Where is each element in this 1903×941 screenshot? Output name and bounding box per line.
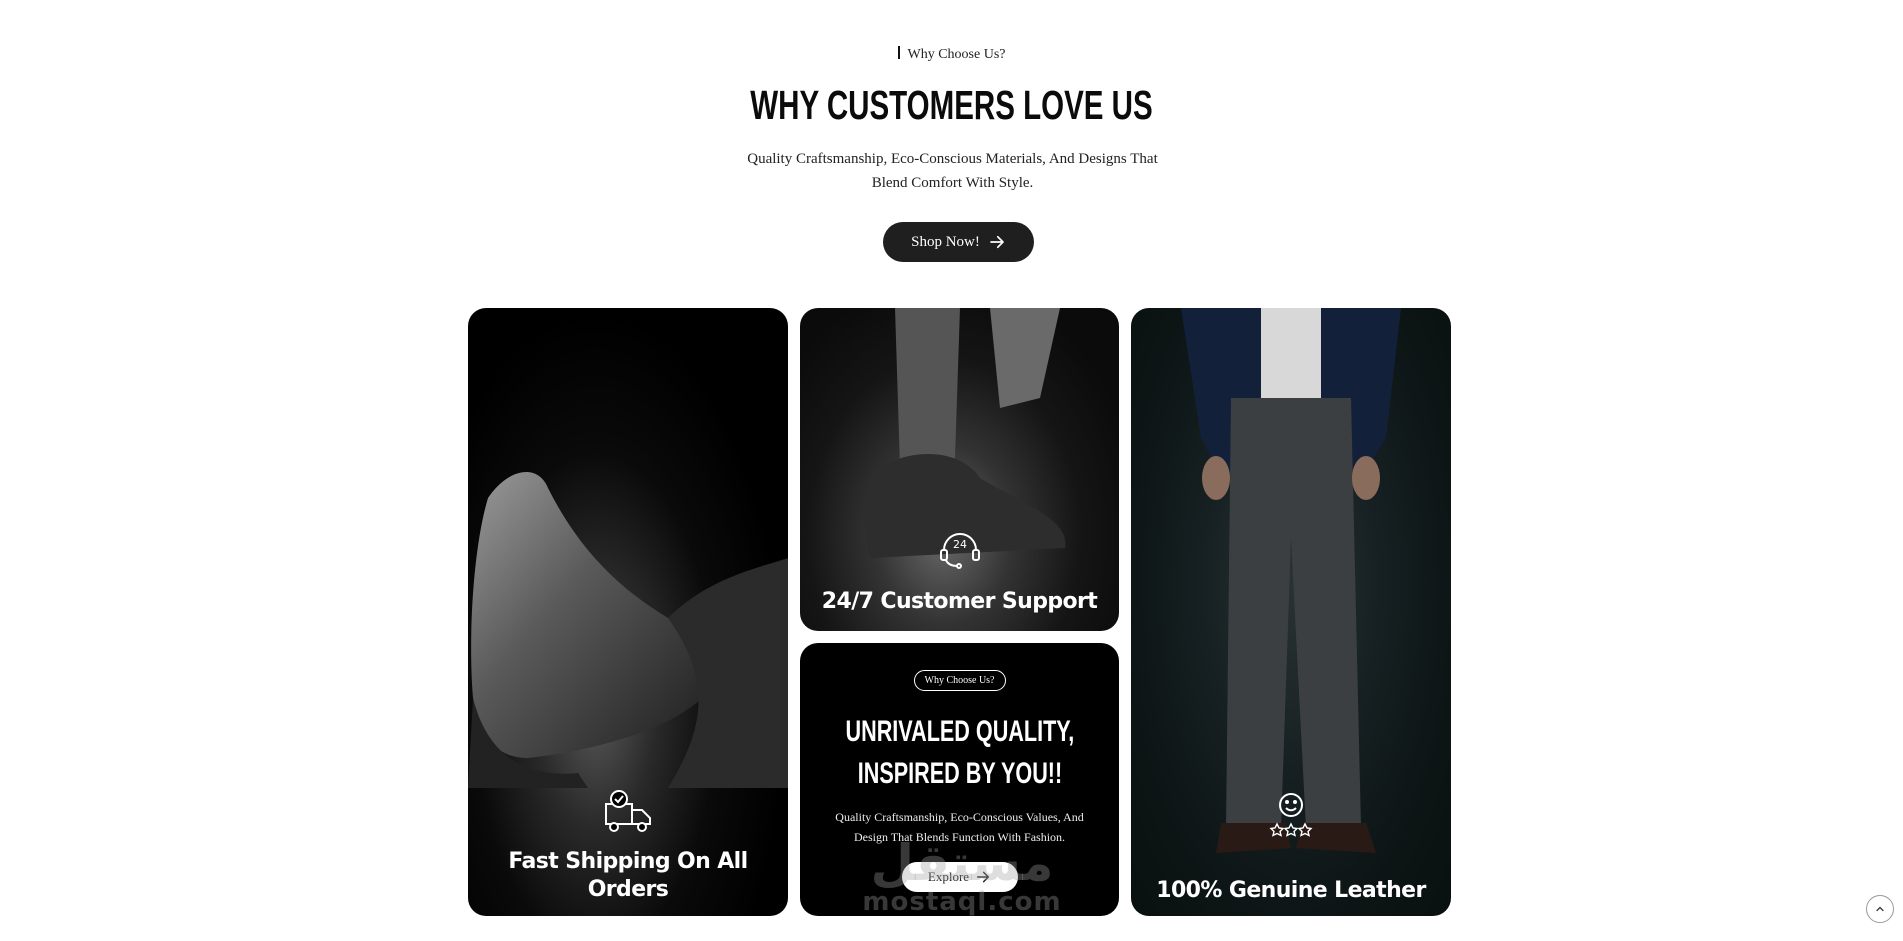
leather-label: 100% Genuine Leather [1156, 878, 1426, 903]
feature-card-quality: Why Choose Us? UNRIVALED QUALITY, INSPIR… [800, 643, 1119, 916]
arrow-right-icon [990, 235, 1004, 249]
section-subtitle: Quality Craftsmanship, Eco-Conscious Mat… [747, 151, 1158, 191]
arrow-right-icon [977, 871, 990, 883]
quality-title-line1: UNRIVALED QUALITY, [845, 715, 1074, 748]
section-eyebrow: Why Choose Us? [0, 46, 1903, 63]
chevron-up-icon [1876, 906, 1884, 912]
delivery-truck-icon [605, 790, 651, 832]
quality-description: Quality Craftsmanship, Eco-Conscious Val… [835, 810, 1084, 844]
headset-number: 24 [953, 538, 967, 551]
explore-label: Explore [927, 869, 970, 884]
quality-title-line2: INSPIRED BY YOU!! [857, 757, 1062, 790]
shipping-label: Fast Shipping On All Orders [508, 849, 748, 902]
scroll-to-top-button[interactable] [1866, 895, 1894, 923]
feature-card-shipping: Fast Shipping On All Orders [468, 308, 788, 916]
support-label: 24/7 Customer Support [821, 589, 1098, 614]
quality-title: UNRIVALED QUALITY, INSPIRED BY YOU!! [800, 711, 1119, 795]
smiley-stars-icon [1269, 793, 1313, 837]
shop-now-label: Shop Now! [911, 233, 980, 250]
eyebrow-bar [897, 46, 900, 59]
headset-24-icon: 24 [939, 533, 980, 569]
eyebrow-text: Why Choose Us? [907, 47, 1006, 62]
section-title: WHY CUSTOMERS LOVE US [750, 82, 1153, 128]
leg-shoe-image [864, 308, 1066, 558]
feature-card-leather: 100% Genuine Leather [1131, 308, 1451, 916]
explore-button[interactable]: Explore [901, 862, 1018, 892]
shop-now-button[interactable]: Shop Now! [883, 222, 1034, 262]
leather-shoe-image [468, 471, 788, 788]
why-choose-pill: Why Choose Us? [913, 670, 1006, 691]
suited-man-image [1181, 308, 1401, 853]
feature-card-support: 24 24/7 Customer Support [800, 308, 1119, 631]
